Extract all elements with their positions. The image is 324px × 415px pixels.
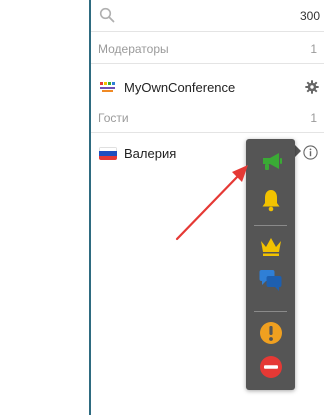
participant-count: 300 bbox=[299, 9, 320, 23]
myownconference-logo-icon bbox=[100, 82, 115, 92]
search-icon[interactable] bbox=[99, 7, 115, 23]
guest-user-name: Валерия bbox=[124, 146, 177, 161]
action-menu-caret bbox=[295, 145, 301, 157]
guests-section-header: Гости 1 bbox=[91, 101, 324, 131]
menu-separator bbox=[254, 311, 287, 312]
menu-separator bbox=[254, 225, 287, 226]
search-bar: 300 bbox=[91, 0, 324, 32]
crown-icon[interactable] bbox=[258, 233, 284, 259]
moderator-user-name: MyOwnConference bbox=[124, 80, 236, 95]
russia-flag-icon bbox=[99, 147, 117, 160]
chat-bubbles-icon[interactable] bbox=[258, 267, 284, 293]
moderator-user-row[interactable]: MyOwnConference bbox=[91, 73, 324, 101]
bell-icon[interactable] bbox=[258, 187, 284, 213]
screen: 300 Модераторы 1 MyOwnConference Гости 1… bbox=[0, 0, 324, 415]
moderators-count: 1 bbox=[310, 42, 317, 56]
block-icon[interactable] bbox=[258, 354, 284, 380]
section-divider bbox=[91, 132, 324, 133]
megaphone-icon[interactable] bbox=[258, 148, 284, 174]
moderators-section-header: Модераторы 1 bbox=[91, 32, 324, 62]
guest-action-menu bbox=[246, 139, 295, 390]
guests-count: 1 bbox=[310, 111, 317, 125]
warning-icon[interactable] bbox=[258, 320, 284, 346]
moderators-label: Модераторы bbox=[98, 42, 169, 56]
search-input[interactable] bbox=[121, 6, 275, 26]
info-icon[interactable] bbox=[303, 145, 318, 160]
guests-label: Гости bbox=[98, 111, 129, 125]
gear-icon[interactable] bbox=[305, 80, 319, 94]
section-divider bbox=[91, 63, 324, 64]
